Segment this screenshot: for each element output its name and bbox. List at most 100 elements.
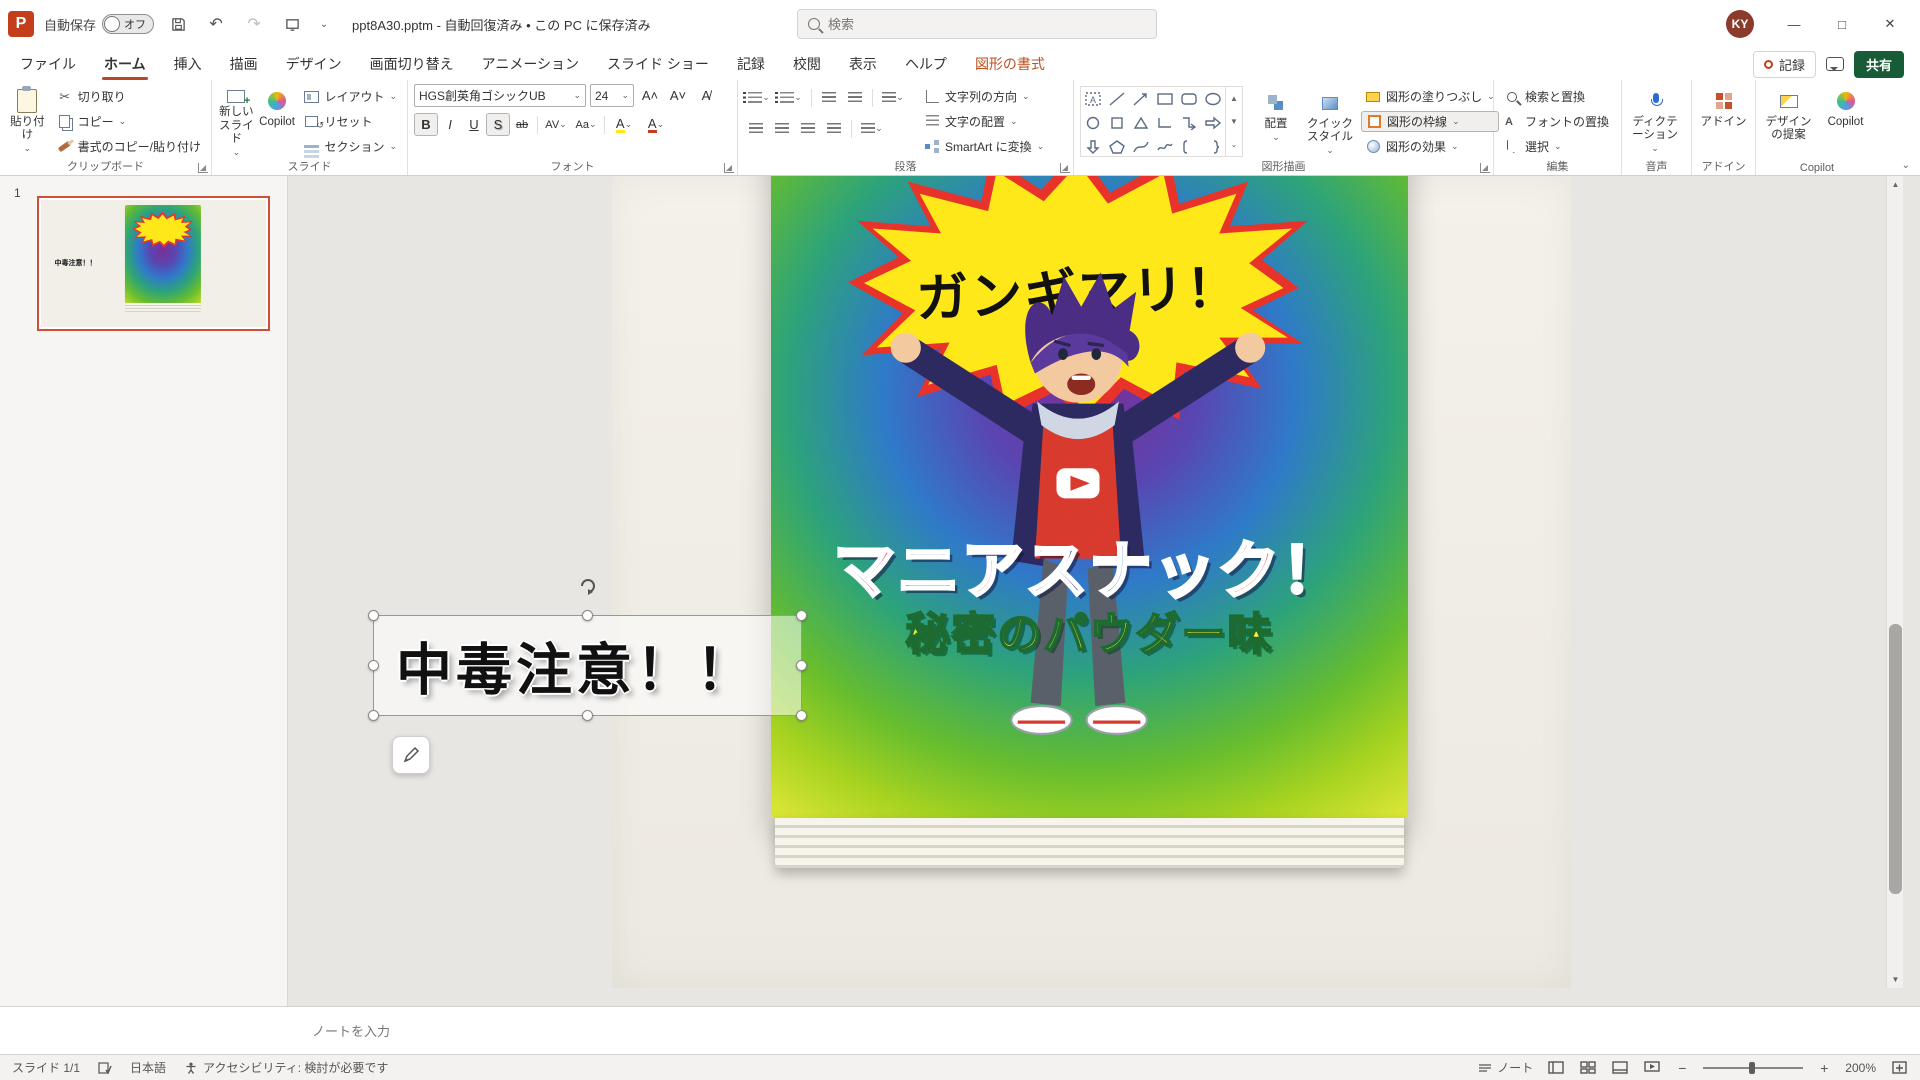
tab-animations[interactable]: アニメーション — [468, 49, 593, 79]
replace-fonts-button[interactable]: A フォントの置換 — [1500, 111, 1613, 133]
bold-button[interactable]: B — [414, 113, 438, 136]
shape-rounded-rectangle-icon[interactable] — [1177, 87, 1201, 111]
notes-toggle-button[interactable]: ノート — [1478, 1059, 1533, 1076]
reset-button[interactable]: リセット — [299, 111, 401, 133]
tab-shape-format[interactable]: 図形の書式 — [961, 49, 1059, 79]
ink-replay-button[interactable] — [392, 736, 430, 774]
textbox-text[interactable]: 中毒注意！！ — [396, 625, 756, 706]
fit-to-window-button[interactable] — [1890, 1061, 1908, 1075]
slideshow-view-button[interactable] — [1643, 1061, 1661, 1075]
character-spacing-button[interactable]: AV⌄ — [541, 113, 571, 136]
shape-oval-icon[interactable] — [1201, 87, 1225, 111]
highlight-color-button[interactable]: A⌄ — [608, 113, 640, 136]
copilot-button[interactable]: Copilot — [259, 84, 296, 157]
paragraph-dialog-launcher[interactable] — [1060, 163, 1070, 173]
paste-button[interactable]: 貼り付け ⌄ — [6, 84, 49, 157]
numbering-button[interactable]: ⌄ — [776, 86, 806, 109]
shape-right-arrow-icon[interactable] — [1201, 111, 1225, 135]
selected-textbox[interactable]: 中毒注意！！ — [373, 615, 802, 716]
close-button[interactable]: ✕ — [1868, 4, 1912, 44]
align-text-button[interactable]: 文字の配置 ⌄ — [920, 111, 1048, 133]
slide-sorter-view-button[interactable] — [1579, 1061, 1597, 1075]
italic-button[interactable]: I — [438, 113, 462, 136]
reading-view-button[interactable] — [1611, 1061, 1629, 1075]
resize-handle-nw[interactable] — [368, 610, 379, 621]
resize-handle-n[interactable] — [582, 610, 593, 621]
shape-bracket-icon[interactable] — [1177, 135, 1201, 159]
line-spacing-button[interactable]: ⌄ — [878, 86, 908, 109]
addins-button[interactable]: アドイン — [1698, 84, 1749, 157]
font-color-button[interactable]: A⌄ — [640, 113, 672, 136]
shape-curve-icon[interactable] — [1129, 135, 1153, 159]
clipboard-dialog-launcher[interactable] — [198, 163, 208, 173]
shape-down-arrow-icon[interactable] — [1081, 135, 1105, 159]
shape-arrow-line-icon[interactable] — [1129, 87, 1153, 111]
undo-button[interactable]: ↶ — [202, 10, 230, 38]
underline-button[interactable]: U — [462, 113, 486, 136]
scroll-down-icon[interactable]: ▼ — [1887, 971, 1903, 988]
zoom-out-button[interactable]: − — [1675, 1060, 1689, 1076]
tab-file[interactable]: ファイル — [6, 49, 90, 79]
shape-effects-button[interactable]: 図形の効果 ⌄ — [1361, 135, 1499, 157]
slide-thumbnail[interactable]: 中毒注意！！ — [37, 196, 270, 331]
shape-triangle-icon[interactable] — [1129, 111, 1153, 135]
cut-button[interactable]: ✂ 切り取り — [53, 86, 205, 108]
search-input[interactable] — [828, 17, 1146, 32]
shape-fill-button[interactable]: 図形の塗りつぶし ⌄ — [1361, 86, 1499, 108]
tab-help[interactable]: ヘルプ — [891, 49, 961, 79]
section-button[interactable]: セクション ⌄ — [299, 135, 401, 157]
clear-formatting-button[interactable]: A̸ — [694, 84, 718, 107]
language-indicator[interactable]: 日本語 — [130, 1059, 166, 1076]
shrink-font-button[interactable]: A˅ — [666, 84, 690, 107]
minimize-button[interactable]: — — [1772, 4, 1816, 44]
shape-elbow-arrow-icon[interactable] — [1177, 111, 1201, 135]
shape-scribble-icon[interactable] — [1153, 135, 1177, 159]
select-button[interactable]: 選択 ⌄ — [1500, 135, 1613, 157]
shape-line-icon[interactable] — [1105, 87, 1129, 111]
autosave-toggle[interactable]: オフ — [102, 14, 154, 34]
slide-canvas[interactable]: ガンギマリ！ — [288, 176, 1903, 988]
design-ideas-button[interactable]: デザインの提案 — [1762, 84, 1815, 157]
layout-button[interactable]: レイアウト ⌄ — [299, 86, 401, 108]
snack-bag-image[interactable]: ガンギマリ！ — [771, 176, 1408, 868]
columns-button[interactable]: ⌄ — [857, 117, 887, 140]
tab-view[interactable]: 表示 — [835, 49, 891, 79]
resize-handle-s[interactable] — [582, 710, 593, 721]
tab-insert[interactable]: 挿入 — [160, 49, 216, 79]
text-shadow-button[interactable]: S — [486, 113, 510, 136]
font-family-combo[interactable]: HGS創英角ゴシックUB ⌄ — [414, 84, 586, 107]
font-dialog-launcher[interactable] — [724, 163, 734, 173]
format-painter-button[interactable]: 書式のコピー/貼り付け — [53, 135, 205, 157]
paste-dropdown-icon[interactable]: ⌄ — [24, 144, 32, 153]
normal-view-button[interactable] — [1547, 1061, 1565, 1075]
shapes-scroll-down-icon[interactable]: ▼ — [1226, 110, 1242, 133]
zoom-slider-thumb[interactable] — [1749, 1062, 1755, 1074]
shapes-gallery[interactable]: A — [1080, 86, 1226, 157]
vertical-scrollbar[interactable]: ▲ ▼ — [1886, 176, 1903, 988]
resize-handle-sw[interactable] — [368, 710, 379, 721]
resize-handle-ne[interactable] — [796, 610, 807, 621]
shape-elbow-connector-icon[interactable] — [1153, 111, 1177, 135]
increase-indent-button[interactable] — [843, 86, 867, 109]
share-button[interactable]: 共有 — [1854, 51, 1904, 78]
shape-rectangle-icon[interactable] — [1153, 87, 1177, 111]
tab-design[interactable]: デザイン — [272, 49, 356, 79]
grow-font-button[interactable]: A˄ — [638, 84, 662, 107]
strikethrough-button[interactable]: ab — [510, 113, 534, 136]
rotate-handle[interactable] — [578, 576, 598, 596]
touch-mode-icon[interactable] — [278, 10, 306, 38]
convert-smartart-button[interactable]: SmartArt に変換 ⌄ — [920, 135, 1048, 157]
align-center-button[interactable] — [770, 117, 794, 140]
text-direction-button[interactable]: 文字列の方向 ⌄ — [920, 86, 1048, 108]
notes-placeholder[interactable]: ノートを入力 — [312, 1021, 390, 1040]
save-button[interactable] — [164, 10, 192, 38]
resize-handle-w[interactable] — [368, 660, 379, 671]
scroll-up-icon[interactable]: ▲ — [1887, 176, 1903, 193]
shape-circle-icon[interactable] — [1081, 111, 1105, 135]
zoom-in-button[interactable]: + — [1817, 1060, 1831, 1076]
comments-icon[interactable] — [1826, 57, 1844, 71]
autosave-control[interactable]: 自動保存 オフ — [44, 14, 154, 34]
new-slide-button[interactable]: 新しいスライド ⌄ — [218, 84, 255, 157]
shape-square-icon[interactable] — [1105, 111, 1129, 135]
accessibility-status[interactable]: アクセシビリティ: 検討が必要です — [184, 1059, 388, 1076]
